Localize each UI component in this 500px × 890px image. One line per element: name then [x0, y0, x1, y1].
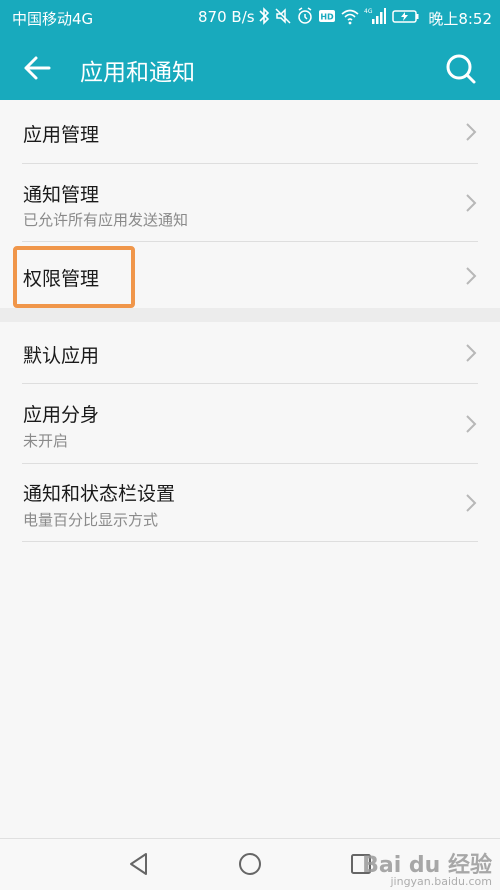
chevron-right-icon [466, 415, 477, 433]
row-title: 应用分身 [23, 404, 100, 426]
mute-icon [275, 8, 291, 24]
wifi-icon [341, 9, 359, 25]
row-title: 应用管理 [23, 124, 100, 146]
home-circle-icon [239, 853, 261, 875]
chevron-right-icon [466, 494, 477, 512]
toolbar: 应用和通知 [0, 36, 500, 100]
row-notification-management[interactable]: 通知管理 已允许所有应用发送通知 [0, 164, 500, 242]
row-title: 权限管理 [23, 268, 100, 290]
app-bar: 中国移动4G 870 B/s HD 4G 晚上8:52 应用和通知 [0, 0, 500, 100]
svg-text:4G: 4G [364, 8, 373, 15]
alarm-icon [298, 7, 312, 24]
signal-icon: 4G [364, 8, 386, 24]
navigation-bar: Bai du 经验 jingyan.baidu.com [0, 838, 500, 890]
row-notification-statusbar-settings[interactable]: 通知和状态栏设置 电量百分比显示方式 [0, 464, 500, 542]
carrier-label: 中国移动4G [12, 10, 94, 28]
row-title: 通知和状态栏设置 [23, 483, 176, 505]
row-subtitle: 已允许所有应用发送通知 [23, 211, 189, 229]
row-default-apps[interactable]: 默认应用 [0, 322, 500, 384]
divider [22, 541, 478, 542]
hd-icon: HD [319, 10, 335, 22]
row-subtitle: 未开启 [23, 432, 69, 450]
settings-section-secondary: 默认应用 应用分身 未开启 通知和状态栏设置 电量百分比显示方式 [0, 322, 500, 544]
bluetooth-icon [259, 7, 270, 25]
chevron-right-icon [466, 194, 477, 212]
row-app-management[interactable]: 应用管理 [0, 100, 500, 164]
row-app-twin[interactable]: 应用分身 未开启 [0, 384, 500, 464]
search-icon [446, 54, 476, 84]
baidu-watermark: Bai du 经验 jingyan.baidu.com [362, 847, 492, 888]
back-arrow-icon [24, 56, 51, 80]
back-button[interactable] [18, 48, 58, 88]
chevron-right-icon [466, 344, 477, 362]
row-subtitle: 电量百分比显示方式 [23, 511, 159, 529]
battery-charging-icon [392, 10, 419, 23]
section-separator [0, 308, 500, 322]
row-permission-management[interactable]: 权限管理 [0, 242, 500, 308]
settings-section-primary: 应用管理 通知管理 已允许所有应用发送通知 权限管理 [0, 100, 500, 308]
nav-home-button[interactable] [237, 851, 263, 877]
back-triangle-icon [130, 853, 147, 875]
svg-text:HD: HD [320, 13, 334, 22]
search-button[interactable] [440, 48, 482, 90]
row-title: 默认应用 [23, 345, 100, 367]
nav-back-button[interactable] [126, 851, 152, 877]
page-title: 应用和通知 [80, 60, 195, 86]
clock: 晚上8:52 [428, 10, 492, 28]
chevron-right-icon [466, 123, 477, 141]
network-speed: 870 B/s [198, 8, 255, 26]
row-title: 通知管理 [23, 184, 100, 206]
status-bar: 中国移动4G 870 B/s HD 4G 晚上8:52 [0, 0, 500, 36]
chevron-right-icon [466, 267, 477, 285]
